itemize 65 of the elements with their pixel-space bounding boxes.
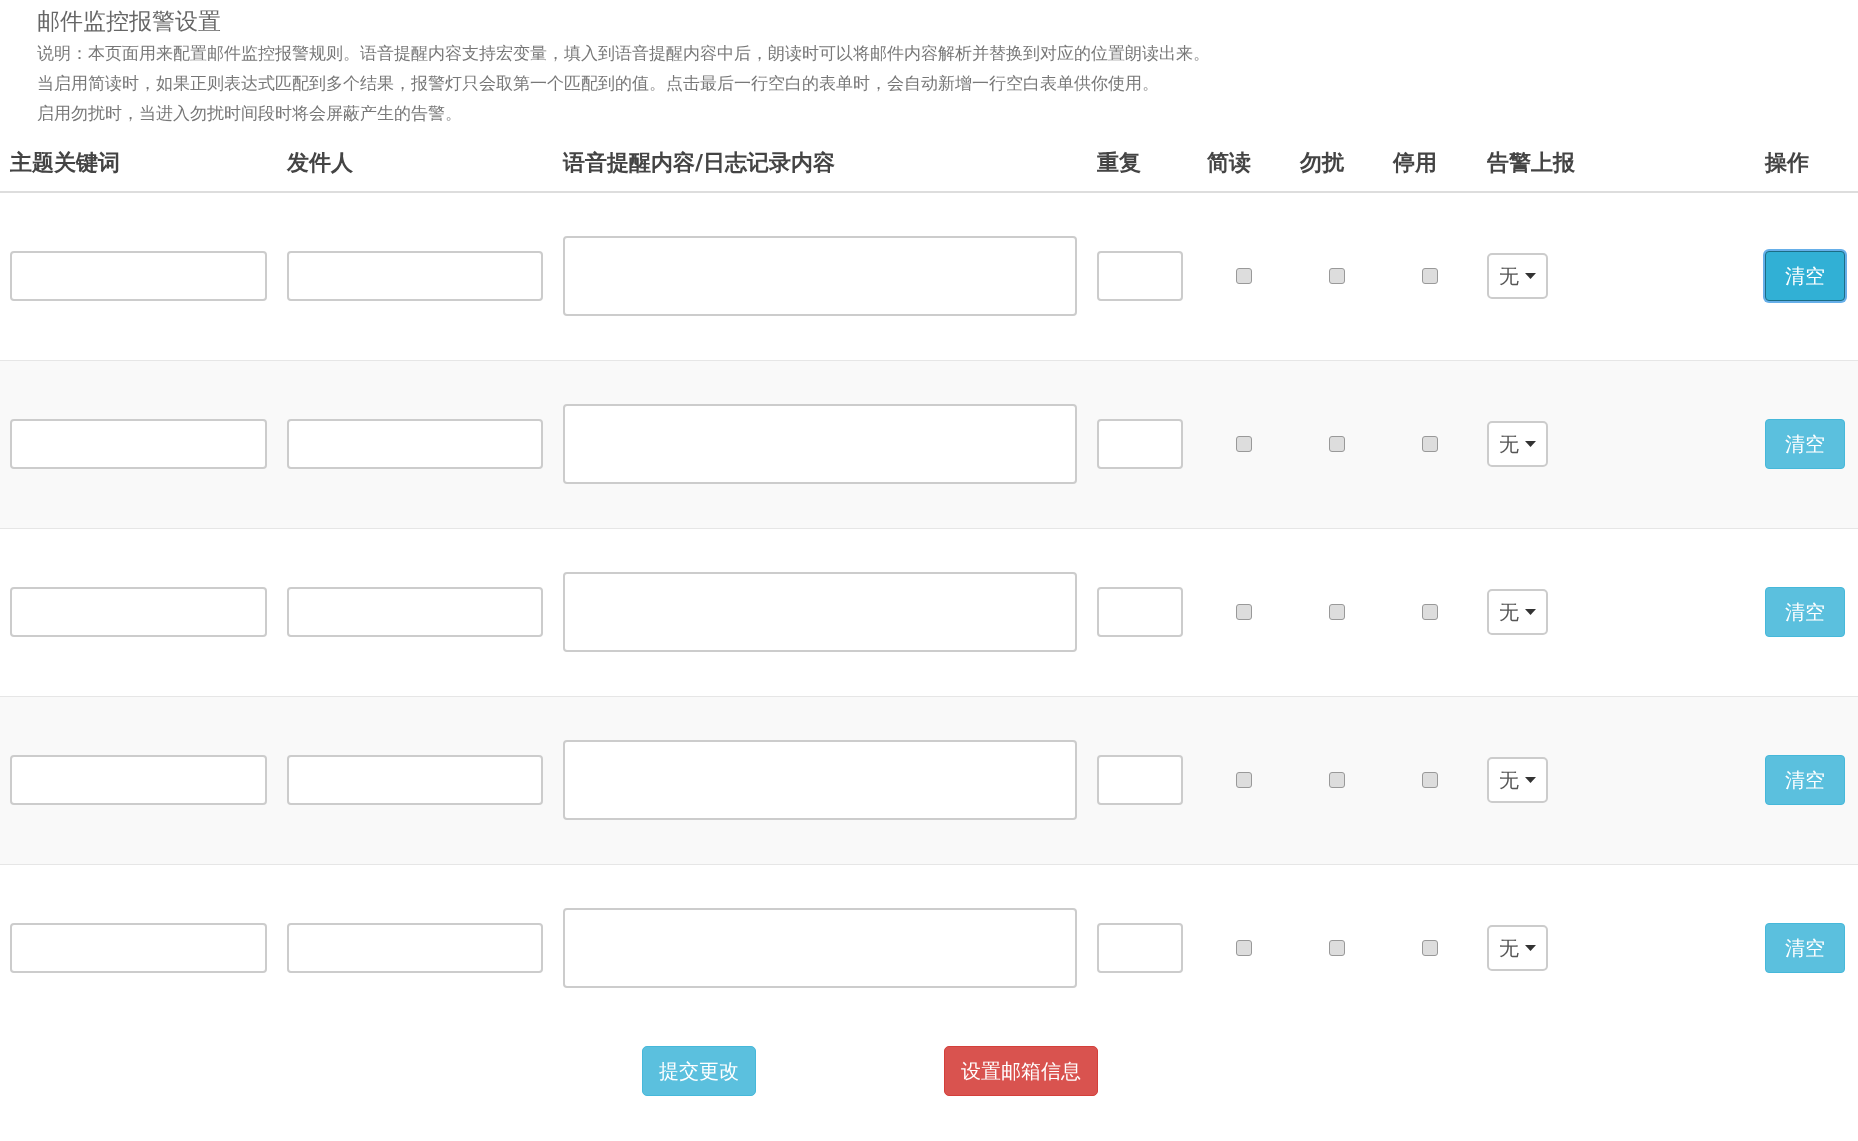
description-text: 启用勿扰时，当进入勿扰时间段时将会屏蔽产生的告警。 [36,102,463,125]
alert-dropdown[interactable]: 无 [1487,589,1548,635]
checkbox[interactable] [1328,604,1345,620]
repeat-field[interactable] [1097,251,1183,302]
caret-icon [1525,609,1536,615]
alert-dropdown[interactable]: 无 [1487,421,1548,467]
checkbox[interactable] [1328,436,1345,452]
alert-dropdown[interactable]: 无 [1487,925,1548,972]
checkbox[interactable] [1422,604,1438,620]
clear-button[interactable]: 清空 [1765,251,1845,302]
column-header: 发件人 [277,136,553,192]
keyword-field[interactable] [10,923,267,974]
voice-content-field[interactable] [563,572,1077,652]
mailbox-settings-button[interactable]: 设置邮箱信息 [944,1046,1098,1096]
alert-dropdown[interactable]: 无 [1487,253,1548,300]
checkbox[interactable] [1422,268,1438,285]
keyword-field[interactable] [10,251,267,302]
sender-field[interactable] [287,251,543,302]
voice-content-field[interactable] [563,908,1077,989]
clear-button[interactable]: 清空 [1765,923,1845,974]
checkbox[interactable] [1235,604,1252,620]
caret-icon [1525,273,1536,280]
description-text: 当启用简读时，如果正则表达式匹配到多个结果，报警灯只会取第一个匹配到的值。点击最后一行空白的表单时，会自动新增一行空白表单供你使用。 [36,72,1160,95]
column-header: 操作 [1755,136,1858,192]
column-header: 简读 [1197,136,1290,192]
clear-button[interactable]: 清空 [1765,755,1845,805]
keyword-field[interactable] [10,419,267,469]
keyword-field[interactable] [10,755,267,805]
clear-button[interactable]: 清空 [1765,587,1845,637]
voice-content-field[interactable] [563,404,1077,484]
page-title: 邮件监控报警设置 [36,7,222,36]
checkbox[interactable] [1235,436,1252,452]
voice-content-field[interactable] [563,236,1077,317]
column-header: 告警上报 [1477,136,1755,192]
repeat-field[interactable] [1097,419,1183,469]
column-header: 主题关键词 [0,136,277,192]
repeat-field[interactable] [1097,755,1183,805]
repeat-field[interactable] [1097,587,1183,637]
checkbox[interactable] [1235,772,1252,788]
column-header: 语音提醒内容/日志记录内容 [553,136,1087,192]
checkbox[interactable] [1422,772,1438,788]
column-header: 停用 [1383,136,1477,192]
caret-icon [1525,441,1536,447]
checkbox[interactable] [1235,940,1252,957]
alert-dropdown[interactable]: 无 [1487,757,1548,803]
checkbox[interactable] [1328,940,1345,957]
sender-field[interactable] [287,587,543,637]
keyword-field[interactable] [10,587,267,637]
sender-field[interactable] [287,923,543,974]
column-header: 勿扰 [1290,136,1383,192]
checkbox[interactable] [1235,268,1252,285]
checkbox[interactable] [1422,436,1438,452]
checkbox[interactable] [1328,772,1345,788]
column-header: 重复 [1087,136,1197,192]
description-text: 说明：本页面用来配置邮件监控报警规则。语音提醒内容支持宏变量，填入到语音提醒内容中后，朗读时可以将邮件内容解析并替换到对应的位置朗读出来。 [36,42,1211,65]
sender-field[interactable] [287,755,543,805]
checkbox[interactable] [1328,268,1345,285]
caret-icon [1525,945,1536,952]
voice-content-field[interactable] [563,740,1077,820]
caret-icon [1525,777,1536,783]
submit-button[interactable]: 提交更改 [642,1046,756,1096]
sender-field[interactable] [287,419,543,469]
clear-button[interactable]: 清空 [1765,419,1845,469]
repeat-field[interactable] [1097,923,1183,974]
checkbox[interactable] [1422,940,1438,957]
